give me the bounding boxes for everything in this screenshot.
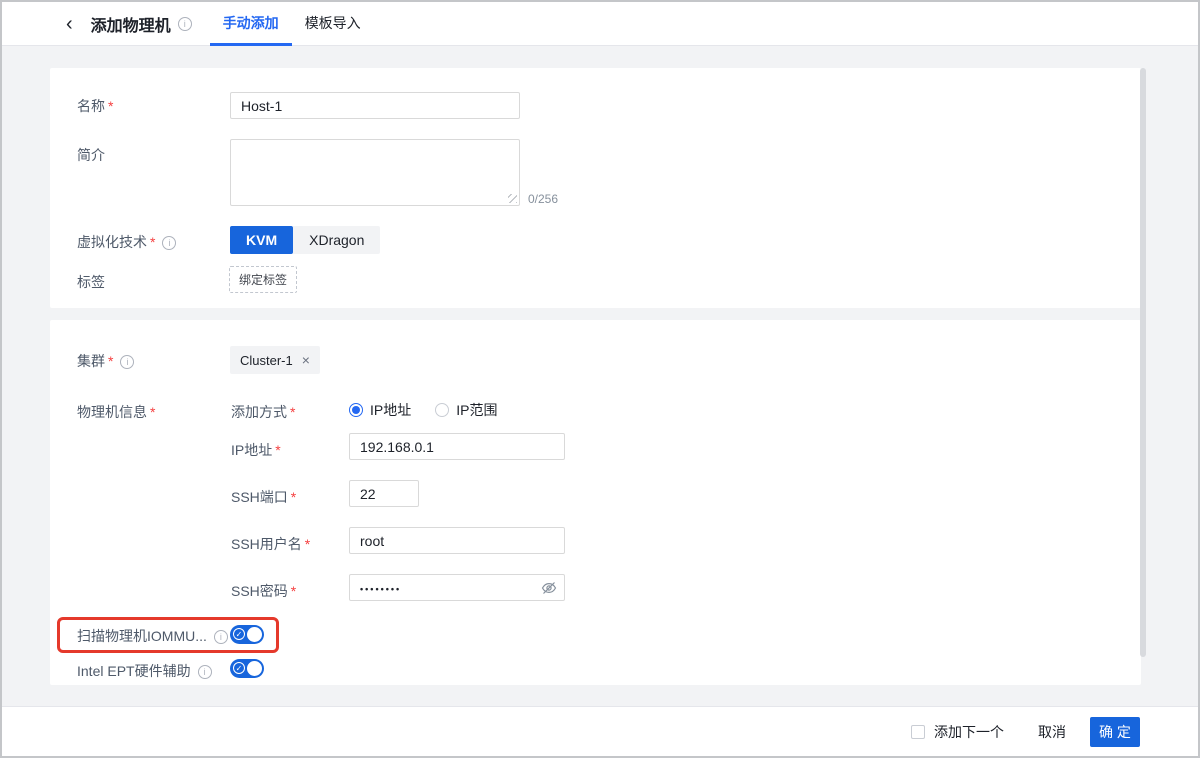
add-next-checkbox-group[interactable]: 添加下一个 <box>911 722 1004 742</box>
required-mark: * <box>150 404 155 420</box>
add-method-radio-group: IP地址 IP范围 <box>349 400 497 420</box>
cluster-info-icon[interactable]: i <box>120 355 134 369</box>
radio-unselected-icon <box>435 403 449 417</box>
tags-label: 标签 <box>77 272 105 292</box>
name-label: 名称* <box>77 96 113 116</box>
ssh-password-input[interactable] <box>349 574 565 601</box>
toggle-knob <box>247 627 262 642</box>
toggle-check-icon: ✓ <box>233 628 245 640</box>
radio-ip-range-label: IP范围 <box>456 400 497 420</box>
scan-iommu-toggle[interactable]: ✓ <box>230 625 264 644</box>
intel-ept-label: Intel EPT硬件辅助i <box>77 661 212 681</box>
header: ‹ 添加物理机 i 手动添加 模板导入 <box>2 2 1198 46</box>
ssh-username-label: SSH用户名* <box>231 534 310 554</box>
description-label: 简介 <box>77 145 105 165</box>
cancel-button[interactable]: 取消 <box>1038 722 1066 742</box>
ip-address-label: IP地址* <box>231 440 281 460</box>
required-mark: * <box>290 404 295 420</box>
required-mark: * <box>291 489 296 505</box>
intel-ept-info-icon[interactable]: i <box>198 665 212 679</box>
radio-ip-address-label: IP地址 <box>370 400 411 420</box>
textarea-resize-handle[interactable] <box>508 194 517 203</box>
cluster-label: 集群*i <box>77 351 134 371</box>
bind-tags-button[interactable]: 绑定标签 <box>229 266 297 293</box>
cluster-chip-value: Cluster-1 <box>240 353 293 368</box>
radio-ip-range[interactable]: IP范围 <box>435 400 497 420</box>
page-title: 添加物理机 <box>91 12 171 36</box>
name-input[interactable] <box>230 92 520 119</box>
add-physical-host-dialog: ‹ 添加物理机 i 手动添加 模板导入 名称* 简介 0/256 虚拟化技术*i… <box>0 0 1200 758</box>
required-mark: * <box>108 353 113 369</box>
add-next-label: 添加下一个 <box>934 722 1004 742</box>
add-next-checkbox[interactable] <box>911 725 925 739</box>
scan-iommu-info-icon[interactable]: i <box>214 630 228 644</box>
ssh-port-input[interactable] <box>349 480 419 507</box>
radio-ip-address[interactable]: IP地址 <box>349 400 411 420</box>
ssh-password-label: SSH密码* <box>231 581 296 601</box>
description-char-counter: 0/256 <box>528 192 558 206</box>
required-mark: * <box>291 583 296 599</box>
radio-selected-icon <box>349 403 363 417</box>
required-mark: * <box>108 98 113 114</box>
required-mark: * <box>305 536 310 552</box>
host-info-label: 物理机信息* <box>77 402 155 422</box>
virtualization-option-xdragon[interactable]: XDragon <box>293 226 380 254</box>
footer-action-bar: 添加下一个 取消 确 定 <box>2 706 1198 756</box>
confirm-button[interactable]: 确 定 <box>1090 717 1140 747</box>
virtualization-label: 虚拟化技术*i <box>77 232 176 252</box>
required-mark: * <box>275 442 280 458</box>
add-method-label: 添加方式* <box>231 402 295 422</box>
tab-bar: 手动添加 模板导入 <box>210 2 374 46</box>
basic-info-card: 名称* 简介 0/256 虚拟化技术*i KVM XDragon 标签 绑定标签 <box>50 68 1141 308</box>
title-info-icon[interactable]: i <box>178 17 192 31</box>
toggle-knob <box>247 661 262 676</box>
toggle-check-icon: ✓ <box>233 662 245 674</box>
tab-manual-add[interactable]: 手动添加 <box>210 2 292 46</box>
virtualization-info-icon[interactable]: i <box>162 236 176 250</box>
cluster-chip: Cluster-1 × <box>230 346 320 374</box>
ssh-port-label: SSH端口* <box>231 487 296 507</box>
ssh-username-input[interactable] <box>349 527 565 554</box>
host-info-card: 集群*i Cluster-1 × 物理机信息* 添加方式* IP地址 IP范围 … <box>50 320 1141 685</box>
tab-template-import[interactable]: 模板导入 <box>292 2 374 46</box>
cluster-remove-icon[interactable]: × <box>302 353 310 367</box>
scrollbar-thumb[interactable] <box>1140 68 1146 657</box>
description-textarea[interactable] <box>230 139 520 206</box>
required-mark: * <box>150 234 155 250</box>
virtualization-option-kvm[interactable]: KVM <box>230 226 293 254</box>
scan-iommu-label: 扫描物理机IOMMU...i <box>77 626 228 646</box>
virtualization-segmented-control: KVM XDragon <box>230 226 380 254</box>
ip-address-input[interactable] <box>349 433 565 460</box>
intel-ept-toggle[interactable]: ✓ <box>230 659 264 678</box>
password-visibility-icon[interactable] <box>541 580 1133 601</box>
back-icon[interactable]: ‹ <box>62 14 77 34</box>
